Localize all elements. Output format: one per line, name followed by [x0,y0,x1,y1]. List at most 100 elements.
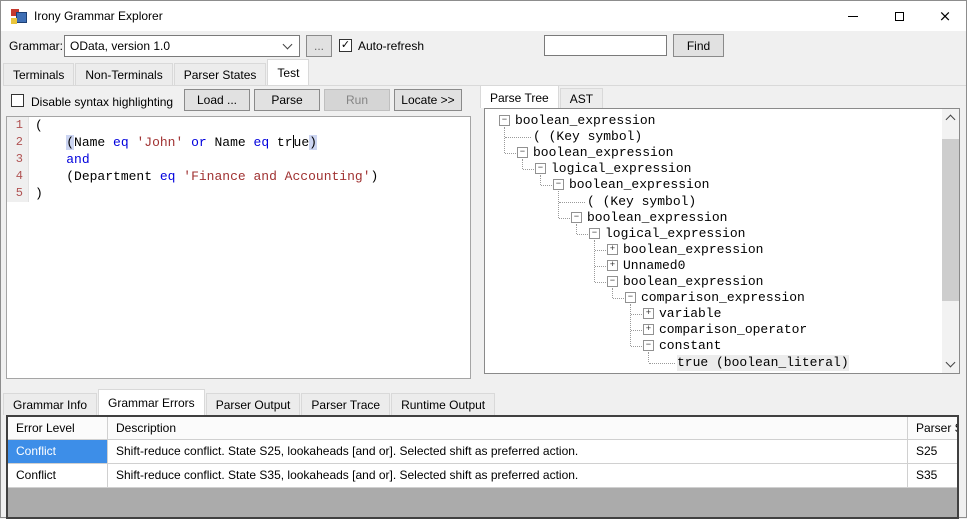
grid-cell[interactable]: Shift-reduce conflict. State S35, lookah… [108,464,908,487]
expander-plus-icon[interactable]: + [643,308,654,320]
tree-node[interactable]: + boolean_expression [485,242,944,258]
tree-node[interactable]: − boolean_expression [485,145,944,161]
browse-grammar-button[interactable]: ... [306,35,332,57]
tab-grammar-info[interactable]: Grammar Info [3,393,98,415]
tree-node-label[interactable]: logical_expression [551,161,691,177]
locate-button[interactable]: Locate >> [394,89,462,111]
tab-non-terminals[interactable]: Non-Terminals [75,63,173,85]
maximize-button[interactable] [876,1,922,31]
grid-row[interactable]: Conflict Shift-reduce conflict. State S35… [8,464,957,488]
expander-minus-icon[interactable]: − [589,227,600,239]
tree-scrollbar[interactable] [942,109,959,373]
irony-grammar-explorer-window: { "colors": { "sel-blue": "#3d8ee8", "ke… [0,0,967,519]
code-text: ) [29,185,43,202]
code-token: 'Finance and Accounting' [183,169,371,184]
grid-cell[interactable]: Conflict [8,440,108,463]
tree-node-label[interactable]: comparison_operator [659,322,807,338]
grid-cell[interactable]: S35 [908,464,957,487]
grid-cell[interactable]: Shift-reduce conflict. State S25, lookah… [108,440,908,463]
tab-parse-tree[interactable]: Parse Tree [480,85,559,108]
code-text: and [29,151,89,168]
scroll-thumb[interactable] [942,139,959,301]
tree-node-label[interactable]: ( (Key symbol) [587,194,696,210]
tree-node[interactable]: − boolean_expression [485,177,944,193]
tab-test[interactable]: Test [267,59,310,85]
expander-minus-icon[interactable]: − [553,179,564,191]
tree-node[interactable]: − boolean_expression [485,210,944,226]
tree-node-label[interactable]: boolean_expression [569,177,709,193]
editor-line[interactable]: 1( [7,117,470,134]
tree-node[interactable]: ( (Key symbol) [485,129,944,145]
tree-node-label[interactable]: boolean_expression [533,145,673,161]
grid-header-description[interactable]: Description [108,417,908,439]
grid-header-row: Error LevelDescriptionParser Sta [8,417,957,440]
tree-node-label[interactable]: true (boolean_literal) [677,354,849,371]
code-token: ( [66,135,75,150]
expander-minus-icon[interactable]: − [625,292,636,304]
tab-runtime-output[interactable]: Runtime Output [391,393,496,415]
tree-node[interactable]: + comparison_operator [485,322,944,338]
auto-refresh-checkbox[interactable]: ✓ [339,39,352,52]
scroll-down-button[interactable] [942,356,959,373]
editor-line[interactable]: 2 (Name eq 'John' or Name eq true) [7,134,470,151]
tab-parser-trace[interactable]: Parser Trace [301,393,391,415]
chevron-down-icon [945,357,956,368]
tab-grammar-errors[interactable]: Grammar Errors [98,389,205,415]
grid-cell[interactable]: Conflict [8,464,108,487]
grid-header-parser-sta[interactable]: Parser Sta [908,417,957,439]
tree-node-label[interactable]: ( (Key symbol) [533,129,642,145]
code-token: (Department [66,169,160,184]
tree-node[interactable]: − logical_expression [485,161,944,177]
load-button[interactable]: Load ... [184,89,250,111]
tab-parser-output[interactable]: Parser Output [205,393,301,415]
find-button[interactable]: Find [673,34,724,57]
tree-node-label[interactable]: logical_expression [605,226,745,242]
tree-node-label[interactable]: Unnamed0 [623,258,685,274]
tab-terminals[interactable]: Terminals [3,63,75,85]
tree-node-label[interactable]: boolean_expression [623,274,763,290]
grammar-combobox[interactable]: OData, version 1.0 [64,35,300,57]
grid-header-error-level[interactable]: Error Level [8,417,108,439]
tree-node-label[interactable]: comparison_expression [641,290,805,306]
tree-node[interactable]: − logical_expression [485,226,944,242]
grid-row[interactable]: Conflict Shift-reduce conflict. State S25… [8,440,957,464]
tree-node[interactable]: − boolean_expression [485,274,944,290]
editor-line[interactable]: 5) [7,185,470,202]
tab-ast[interactable]: AST [559,88,604,108]
expander-minus-icon[interactable]: − [517,147,528,159]
tree-node[interactable]: − constant [485,338,944,354]
scroll-up-button[interactable] [942,109,959,126]
editor-line[interactable]: 4 (Department eq 'Finance and Accounting… [7,168,470,185]
editor-line[interactable]: 3 and [7,151,470,168]
parse-button[interactable]: Parse [254,89,320,111]
expander-minus-icon[interactable]: − [571,211,582,223]
expander-plus-icon[interactable]: + [607,243,618,255]
expander-minus-icon[interactable]: − [499,115,510,126]
tree-node-label[interactable]: boolean_expression [623,242,763,258]
tree-node-label[interactable]: boolean_expression [587,210,727,226]
disable-syntax-checkbox[interactable] [11,94,24,107]
expander-plus-icon[interactable]: + [643,324,654,336]
expander-plus-icon[interactable]: + [607,259,618,271]
minimize-button[interactable] [830,1,876,31]
expander-minus-icon[interactable]: − [643,340,654,352]
tab-parser-states[interactable]: Parser States [173,63,267,85]
tree-node-label[interactable]: boolean_expression [515,113,655,129]
tree-node[interactable]: + variable [485,306,944,322]
tree-node-label[interactable]: constant [659,338,721,354]
grid-cell[interactable]: S25 [908,440,957,463]
close-button[interactable]: × [922,1,967,31]
tree-node[interactable]: true (boolean_literal) [485,354,944,371]
find-input[interactable] [544,35,667,56]
expander-minus-icon[interactable]: − [607,276,618,287]
tree-node[interactable]: − comparison_expression [485,290,944,306]
tree-node[interactable]: + Unnamed0 [485,258,944,274]
tree-node-label[interactable]: variable [659,306,721,322]
run-button: Run [324,89,390,111]
tree-node[interactable]: ( (Key symbol) [485,194,944,210]
tree-node[interactable]: − boolean_expression [485,113,944,129]
code-editor[interactable]: 1(2 (Name eq 'John' or Name eq true) 3 an… [6,116,471,379]
expander-minus-icon[interactable]: − [535,163,546,175]
